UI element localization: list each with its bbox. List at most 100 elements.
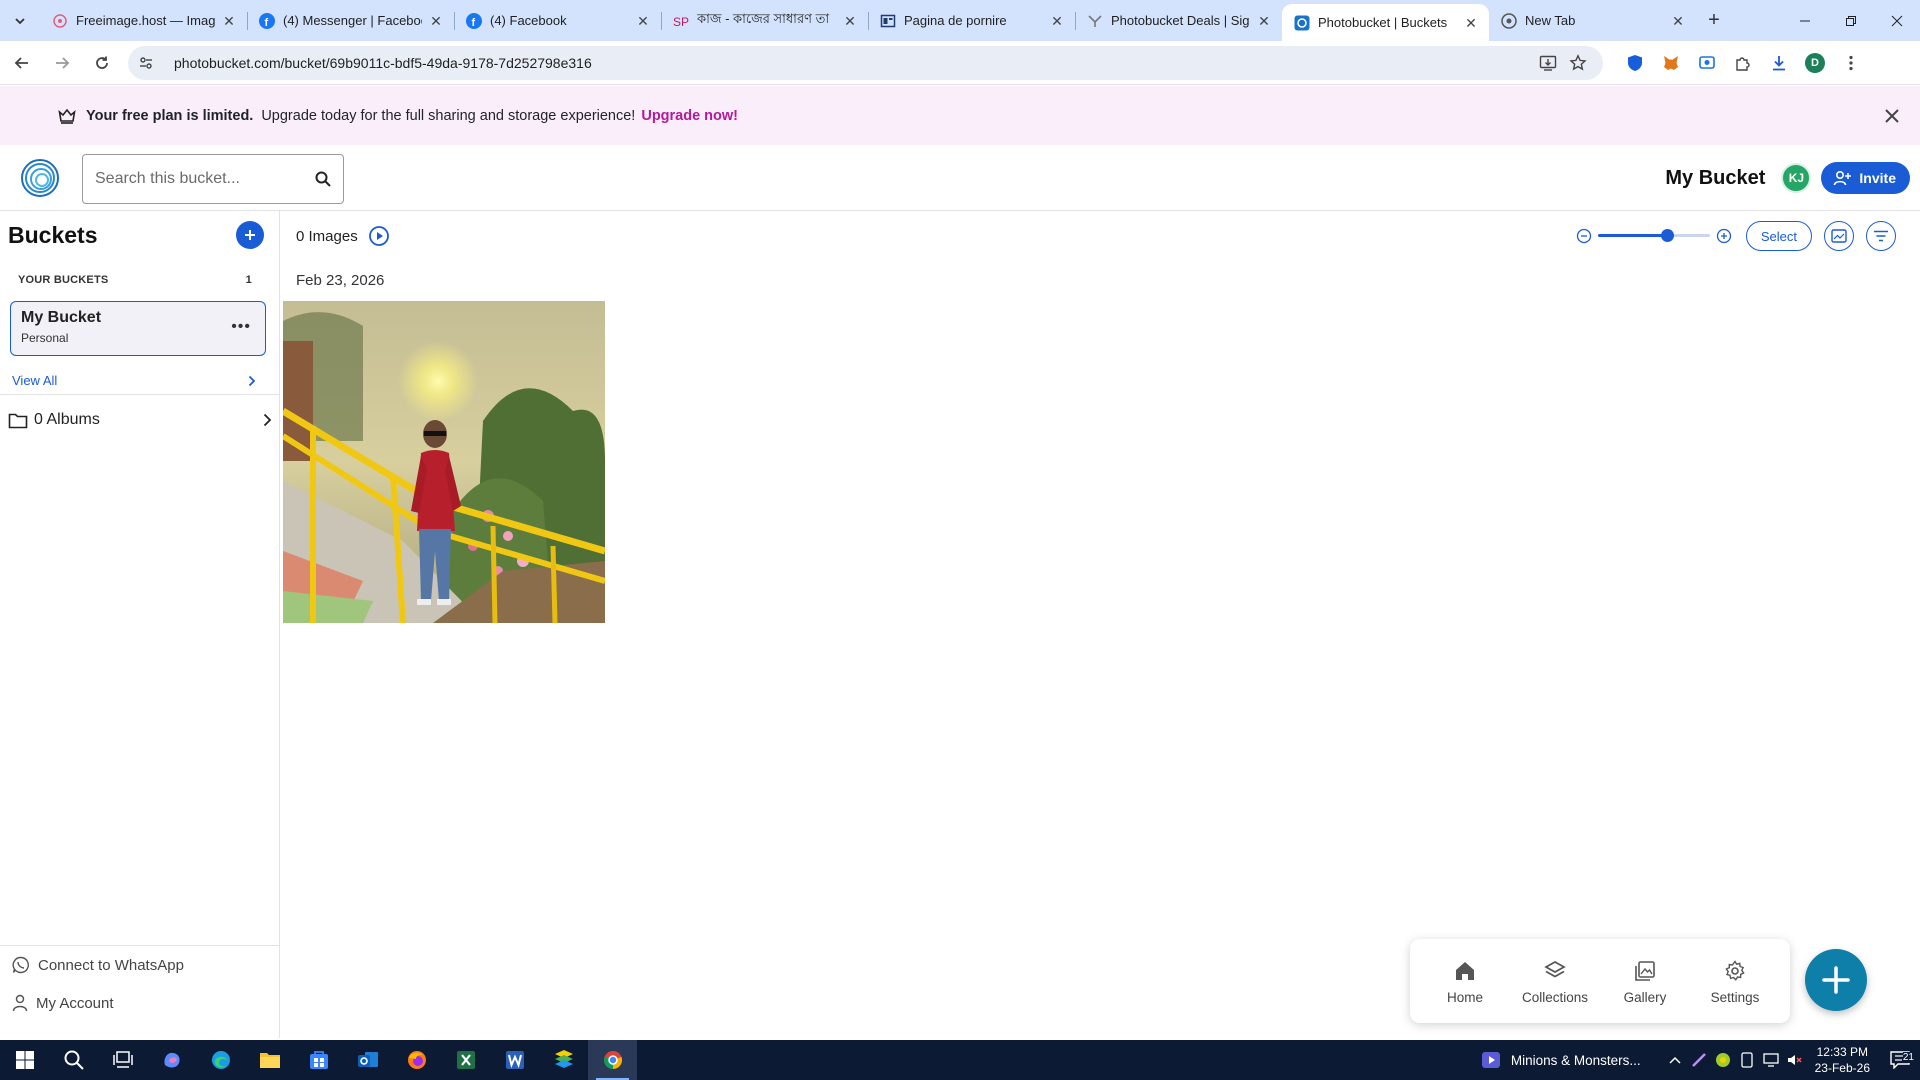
select-button[interactable]: Select <box>1745 221 1812 251</box>
tab-close-icon[interactable]: ✕ <box>635 13 651 29</box>
tab-close-icon[interactable]: ✕ <box>842 13 858 29</box>
url-text[interactable]: photobucket.com/bucket/69b9011c-bdf5-49d… <box>174 55 1533 71</box>
notification-center-button[interactable]: 21 <box>1880 1051 1920 1069</box>
albums-row[interactable]: 0 Albums <box>8 411 272 429</box>
start-button[interactable] <box>0 1040 49 1080</box>
browser-tab[interactable]: f (4) Facebook ✕ <box>454 4 661 37</box>
edge-app-icon[interactable] <box>196 1040 245 1080</box>
metamask-extension-icon[interactable] <box>1653 45 1689 81</box>
taskbar-search-button[interactable] <box>49 1040 98 1080</box>
forward-button[interactable] <box>44 45 80 81</box>
zoom-in-button[interactable] <box>1714 226 1734 246</box>
restore-button[interactable] <box>1828 0 1874 41</box>
tab-close-icon[interactable]: ✕ <box>428 13 444 29</box>
bookmark-star-icon[interactable] <box>1563 53 1593 72</box>
my-account-link[interactable]: My Account <box>12 994 114 1012</box>
connect-whatsapp-link[interactable]: Connect to WhatsApp <box>12 956 184 974</box>
network-icon[interactable] <box>1759 1053 1783 1067</box>
puzzle-extensions-icon[interactable] <box>1725 45 1761 81</box>
view-mode-button[interactable] <box>1824 221 1854 251</box>
copilot-app-icon[interactable] <box>147 1040 196 1080</box>
close-window-button[interactable] <box>1874 0 1920 41</box>
avatar[interactable]: KJ <box>1781 163 1812 193</box>
tab-close-icon[interactable]: ✕ <box>1256 13 1272 29</box>
browser-tab[interactable]: Photobucket Deals | Sign ✕ <box>1075 4 1282 37</box>
app-tray-icon[interactable] <box>1711 1052 1735 1068</box>
sidebar-title: Buckets <box>8 221 98 248</box>
photo-thumbnail[interactable] <box>283 301 605 623</box>
browser-tab-active[interactable]: Photobucket | Buckets ✕ <box>1282 4 1489 41</box>
your-buckets-count: 1 <box>245 274 252 286</box>
zoom-slider-thumb[interactable] <box>1661 229 1675 242</box>
invite-button[interactable]: Invite <box>1821 162 1910 194</box>
photobucket-deals-favicon <box>1087 13 1103 29</box>
chrome-app-icon[interactable] <box>588 1040 637 1080</box>
more-options-icon[interactable]: ••• <box>231 318 251 336</box>
volume-muted-icon[interactable] <box>1783 1053 1807 1067</box>
my-account-label: My Account <box>36 994 114 1012</box>
plus-icon <box>1822 966 1850 994</box>
new-tab-button[interactable]: + <box>1696 4 1732 37</box>
firefox-app-icon[interactable] <box>392 1040 441 1080</box>
tab-title: Photobucket | Buckets <box>1318 15 1448 30</box>
filter-button[interactable] <box>1866 221 1896 251</box>
header-right: My Bucket KJ Invite <box>1665 162 1910 194</box>
bluestacks-app-icon[interactable] <box>539 1040 588 1080</box>
media-widget[interactable]: Minions & Monsters... <box>1481 1051 1641 1069</box>
bucket-card-my-bucket[interactable]: My Bucket Personal ••• <box>10 301 266 356</box>
taskbar-clock[interactable]: 12:33 PM 23-Feb-26 <box>1815 1044 1870 1076</box>
reload-button[interactable] <box>84 45 120 81</box>
bucket-search-input[interactable] <box>95 170 315 188</box>
outlook-app-icon[interactable] <box>343 1040 392 1080</box>
address-bar[interactable]: photobucket.com/bucket/69b9011c-bdf5-49d… <box>128 45 1603 80</box>
excel-app-icon[interactable] <box>441 1040 490 1080</box>
browser-tab[interactable]: Freeimage.host — Image ✕ <box>40 4 247 37</box>
tray-device-icon[interactable] <box>1735 1052 1759 1068</box>
chevron-up-icon[interactable] <box>1663 1056 1687 1064</box>
tab-close-icon[interactable]: ✕ <box>1463 15 1479 31</box>
screen-capture-extension-icon[interactable] <box>1689 45 1725 81</box>
view-all-link[interactable]: View All <box>12 373 256 388</box>
nav-gallery[interactable]: Gallery <box>1605 958 1685 1005</box>
store-app-icon[interactable] <box>294 1040 343 1080</box>
slideshow-play-button[interactable] <box>368 225 390 247</box>
sidebar: Buckets YOUR BUCKETS 1 My Bucket Persona… <box>0 211 280 1038</box>
tab-close-icon[interactable]: ✕ <box>1049 13 1065 29</box>
site-info-icon[interactable] <box>138 55 160 71</box>
browser-tab[interactable]: New Tab ✕ <box>1489 4 1696 37</box>
profile-button[interactable]: D <box>1797 45 1833 81</box>
browser-tab[interactable]: SP কাজ - কাজের সাধারণ তা ✕ <box>661 4 868 37</box>
browser-menu-button[interactable] <box>1833 45 1869 81</box>
file-explorer-app-icon[interactable] <box>245 1040 294 1080</box>
nav-settings[interactable]: Settings <box>1695 958 1775 1005</box>
zoom-slider[interactable] <box>1597 226 1710 246</box>
upload-fab-button[interactable] <box>1805 949 1867 1011</box>
pen-tray-icon[interactable] <box>1687 1052 1711 1068</box>
nav-collections[interactable]: Collections <box>1515 958 1595 1005</box>
browser-tab[interactable]: Pagina de pornire ✕ <box>868 4 1075 37</box>
search-icon[interactable] <box>315 171 331 187</box>
task-view-button[interactable] <box>98 1040 147 1080</box>
word-app-icon[interactable] <box>490 1040 539 1080</box>
nav-home-label: Home <box>1446 989 1483 1005</box>
tab-close-icon[interactable]: ✕ <box>221 13 237 29</box>
minus-circle-icon <box>1576 228 1592 244</box>
bitwarden-extension-icon[interactable] <box>1617 45 1653 81</box>
tab-close-icon[interactable]: ✕ <box>1670 13 1686 29</box>
zoom-out-button[interactable] <box>1574 226 1594 246</box>
upgrade-now-link[interactable]: Upgrade now! <box>641 108 738 124</box>
browser-tab[interactable]: f (4) Messenger | Facebook ✕ <box>247 4 454 37</box>
nav-home[interactable]: Home <box>1425 958 1505 1005</box>
photobucket-logo[interactable] <box>20 158 60 198</box>
add-bucket-button[interactable] <box>236 221 264 249</box>
tab-search-button[interactable] <box>0 0 40 41</box>
minimize-button[interactable] <box>1782 0 1828 41</box>
banner-close-button[interactable] <box>1880 104 1904 128</box>
images-count-row: 0 Images <box>296 225 390 247</box>
download-icon[interactable] <box>1761 45 1797 81</box>
tab-title: Photobucket Deals | Sign <box>1111 13 1250 28</box>
video-player-icon <box>1481 1052 1500 1068</box>
back-button[interactable] <box>4 45 40 81</box>
install-app-icon[interactable] <box>1533 54 1563 72</box>
profile-avatar: D <box>1805 52 1825 73</box>
